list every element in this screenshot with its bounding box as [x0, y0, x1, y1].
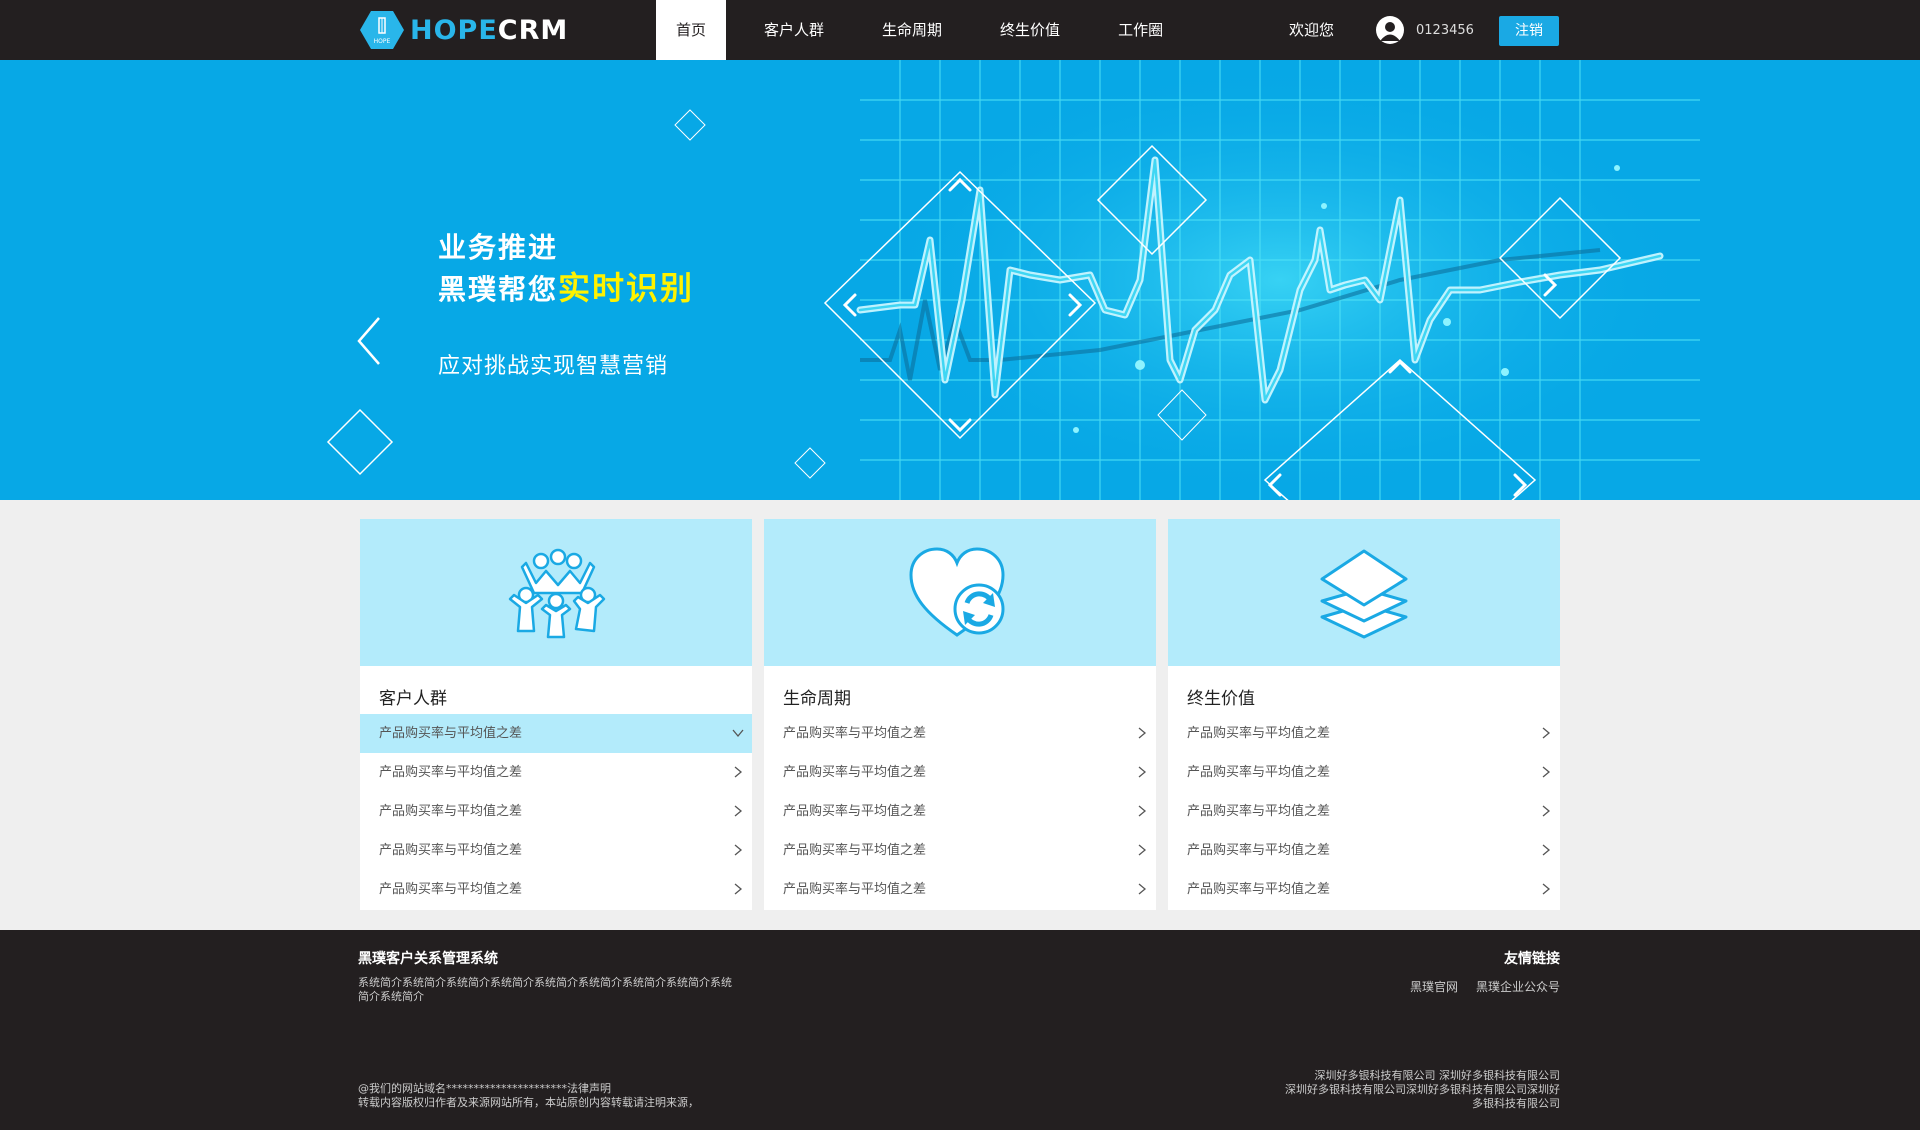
list-item[interactable]: 产品购买率与平均值之差: [764, 792, 1156, 831]
card-lifetime-value: 终生价值 产品购买率与平均值之差 产品购买率与平均值之差 产品购买率与平均值之差…: [1168, 519, 1560, 910]
logo-hope-text: HOPE: [410, 14, 498, 46]
list-item-label: 产品购买率与平均值之差: [379, 726, 523, 741]
card-header: [764, 519, 1156, 666]
footer-company-line-2: 深圳好多银科技有限公司深圳好多银科技有限公司深圳好: [1285, 1083, 1560, 1096]
banner-ecg-illustration: [326, 60, 1700, 500]
footer-links: 黑璞官网 黑璞企业公众号: [1300, 978, 1560, 995]
chevron-right-icon: [1138, 805, 1147, 817]
site-footer: 黑璞客户关系管理系统 系统简介系统简介系统简介系统简介系统简介系统简介系统简介系…: [0, 930, 1920, 1130]
list-item-label: 产品购买率与平均值之差: [379, 765, 523, 780]
list-item[interactable]: 产品购买率与平均值之差: [1168, 753, 1560, 792]
footer-links-title: 友情链接: [1504, 951, 1560, 967]
chevron-right-icon: [1542, 805, 1551, 817]
banner-text-block: 业务推进 黑璞帮您实时识别 应对挑战实现智慧营销: [438, 228, 694, 380]
chevron-right-icon: [1542, 727, 1551, 739]
chevron-right-icon: [734, 805, 743, 817]
nav-customer-groups[interactable]: 客户人群: [744, 0, 844, 60]
list-item-label: 产品购买率与平均值之差: [379, 804, 523, 819]
list-item-label: 产品购买率与平均值之差: [783, 882, 927, 897]
list-item[interactable]: 产品购买率与平均值之差: [764, 870, 1156, 909]
list-item[interactable]: 产品购买率与平均值之差: [360, 870, 752, 909]
list-item[interactable]: 产品购买率与平均值之差: [1168, 714, 1560, 753]
footer-company-info: 深圳好多银科技有限公司 深圳好多银科技有限公司 深圳好多银科技有限公司深圳好多银…: [1240, 1069, 1560, 1111]
user-avatar-icon[interactable]: [1376, 16, 1404, 44]
logout-button[interactable]: 注销: [1499, 16, 1559, 46]
list-item-label: 产品购买率与平均值之差: [1187, 765, 1331, 780]
card-lifecycle: 生命周期 产品购买率与平均值之差 产品购买率与平均值之差 产品购买率与平均值之差…: [764, 519, 1156, 910]
chevron-right-icon: [1542, 844, 1551, 856]
card-title: 生命周期: [783, 689, 851, 709]
banner-subheadline: 应对挑战实现智慧营销: [438, 354, 669, 379]
list-item-label: 产品购买率与平均值之差: [783, 843, 927, 858]
footer-description: 系统简介系统简介系统简介系统简介系统简介系统简介系统简介系统简介系统简介系统简介: [358, 976, 732, 1003]
chevron-right-icon: [1138, 844, 1147, 856]
list-item[interactable]: 产品购买率与平均值之差: [764, 753, 1156, 792]
chevron-right-icon: [1138, 727, 1147, 739]
list-item[interactable]: 产品购买率与平均值之差: [764, 714, 1156, 753]
nav-home[interactable]: 首页: [656, 0, 727, 60]
card-title: 终生价值: [1187, 689, 1255, 709]
list-item-label: 产品购买率与平均值之差: [1187, 804, 1331, 819]
list-item-label: 产品购买率与平均值之差: [1187, 726, 1331, 741]
footer-link-official-site[interactable]: 黑璞官网: [1410, 980, 1458, 994]
list-item-label: 产品购买率与平均值之差: [379, 882, 523, 897]
chevron-right-icon: [1542, 766, 1551, 778]
list-item-label: 产品购买率与平均值之差: [1187, 882, 1331, 897]
list-item-label: 产品购买率与平均值之差: [783, 726, 927, 741]
list-item-label: 产品购买率与平均值之差: [379, 843, 523, 858]
main-nav: 首页 客户人群 生命周期 终生价值 工作圈: [656, 0, 1201, 60]
footer-title: 黑璞客户关系管理系统: [358, 951, 498, 967]
logo-badge-icon: HOPE: [360, 10, 404, 50]
chevron-down-icon: [732, 729, 744, 738]
footer-copyright-line-1: @我们的网站域名**********************法律声明: [358, 1082, 611, 1095]
card-title: 客户人群: [379, 689, 447, 709]
footer-link-wechat[interactable]: 黑璞企业公众号: [1476, 980, 1560, 994]
banner-headline-2-highlight: 实时识别: [558, 269, 695, 307]
list-item[interactable]: 产品购买率与平均值之差: [360, 753, 752, 792]
svg-text:HOPE: HOPE: [374, 38, 391, 45]
welcome-text: 欢迎您: [1289, 21, 1335, 39]
card-header: [360, 519, 752, 666]
list-item[interactable]: 产品购买率与平均值之差: [360, 792, 752, 831]
footer-copyright-line-2: 转载内容版权归作者及来源网站所有，本站原创内容转载请注明来源，: [358, 1096, 699, 1109]
banner-headline-1: 业务推进: [438, 231, 559, 264]
list-item[interactable]: 产品购买率与平均值之差: [1168, 831, 1560, 870]
user-id: 0123456: [1416, 23, 1474, 38]
card-header: [1168, 519, 1560, 666]
layers-icon: [1320, 549, 1408, 638]
footer-copyright: @我们的网站域名**********************法律声明 转载内容版…: [358, 1082, 699, 1110]
card-customer-groups: 客户人群 产品购买率与平均值之差 产品购买率与平均值之差 产品购买率与平均值之差…: [360, 519, 752, 910]
list-item-label: 产品购买率与平均值之差: [783, 765, 927, 780]
top-navigation-bar: HOPE HOPECRM 首页 客户人群 生命周期 终生价值 工作圈 欢迎您 0…: [0, 0, 1920, 60]
nav-lifetime-value[interactable]: 终生价值: [980, 0, 1080, 60]
list-item[interactable]: 产品购买率与平均值之差: [360, 831, 752, 870]
heart-refresh-icon: [909, 546, 1005, 637]
carousel-prev-arrow-icon[interactable]: [355, 316, 385, 366]
chevron-right-icon: [734, 883, 743, 895]
hero-banner: 业务推进 黑璞帮您实时识别 应对挑战实现智慧营销: [0, 60, 1920, 500]
list-item-selected[interactable]: 产品购买率与平均值之差: [360, 714, 752, 753]
banner-headline-2: 黑璞帮您实时识别: [438, 268, 694, 310]
chevron-right-icon: [1542, 883, 1551, 895]
footer-company-line-1: 深圳好多银科技有限公司 深圳好多银科技有限公司: [1314, 1069, 1561, 1082]
banner-headline-2-prefix: 黑璞帮您: [438, 273, 559, 306]
list-item[interactable]: 产品购买率与平均值之差: [1168, 792, 1560, 831]
chevron-right-icon: [734, 844, 743, 856]
logo-crm-text: CRM: [497, 14, 569, 46]
chevron-right-icon: [1138, 883, 1147, 895]
logo-wordmark: HOPECRM: [410, 17, 568, 44]
list-item-label: 产品购买率与平均值之差: [783, 804, 927, 819]
list-item-label: 产品购买率与平均值之差: [1187, 843, 1331, 858]
footer-company-line-3: 多银科技有限公司: [1472, 1097, 1560, 1110]
list-item[interactable]: 产品购买率与平均值之差: [1168, 870, 1560, 909]
logo[interactable]: HOPE HOPECRM: [360, 10, 568, 50]
nav-work-circle[interactable]: 工作圈: [1098, 0, 1183, 60]
people-group-icon: [508, 548, 606, 638]
list-item[interactable]: 产品购买率与平均值之差: [764, 831, 1156, 870]
nav-lifecycle[interactable]: 生命周期: [862, 0, 962, 60]
chevron-right-icon: [734, 766, 743, 778]
feature-cards: 客户人群 产品购买率与平均值之差 产品购买率与平均值之差 产品购买率与平均值之差…: [360, 519, 1560, 910]
chevron-right-icon: [1138, 766, 1147, 778]
